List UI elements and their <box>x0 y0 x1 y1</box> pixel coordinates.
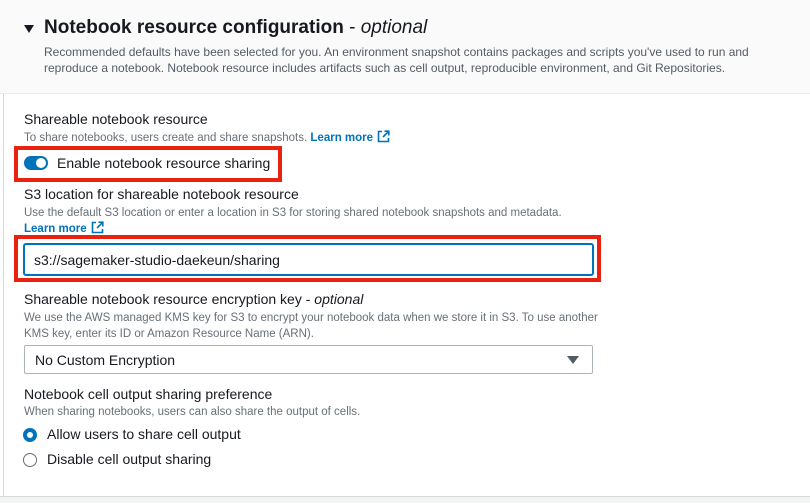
encryption-select[interactable]: No Custom Encryption <box>24 345 593 374</box>
cell-output-description: When sharing notebooks, users can also s… <box>24 406 361 418</box>
sharing-label: Shareable notebook resource <box>24 111 208 127</box>
section-header: Notebook resource configuration - option… <box>0 0 810 94</box>
s3-description-text: Use the default S3 location or enter a l… <box>24 207 562 219</box>
radio-disable-cell-output[interactable] <box>23 453 37 467</box>
sharing-description: To share notebooks, users create and sha… <box>24 130 390 146</box>
sharing-toggle-label[interactable]: Enable notebook resource sharing <box>57 155 270 171</box>
encryption-key-label: Shareable notebook resource encryption k… <box>24 291 363 307</box>
section-title-optional: optional <box>360 17 428 38</box>
s3-location-input[interactable] <box>24 244 593 275</box>
section-left-border <box>3 94 4 503</box>
s3-location-description: Use the default S3 location or enter a l… <box>24 205 584 237</box>
section-description: Recommended defaults have been selected … <box>44 45 749 75</box>
sharing-description-text: To share notebooks, users create and sha… <box>24 132 308 144</box>
external-link-icon <box>91 221 104 234</box>
external-link-icon <box>377 130 390 143</box>
s3-learn-more-link[interactable]: Learn more <box>24 221 104 235</box>
encryption-label-dash: - <box>305 291 311 307</box>
encryption-selected-value: No Custom Encryption <box>35 352 176 368</box>
sharing-learn-more-link[interactable]: Learn more <box>310 130 390 144</box>
encryption-description: We use the AWS managed KMS key for S3 to… <box>24 312 598 340</box>
sharing-toggle[interactable] <box>24 156 48 170</box>
section-title-dash: - <box>349 17 356 38</box>
cell-output-label: Notebook cell output sharing preference <box>24 386 273 402</box>
encryption-label-optional: optional <box>314 291 364 307</box>
caret-down-icon <box>567 356 579 364</box>
radio-allow-cell-output-label[interactable]: Allow users to share cell output <box>47 426 241 442</box>
toggle-knob <box>36 158 46 168</box>
s3-location-label: S3 location for shareable notebook resou… <box>24 186 299 202</box>
section-title[interactable]: Notebook resource configuration - option… <box>44 17 427 39</box>
s3-learn-more-label: Learn more <box>24 223 87 235</box>
radio-disable-cell-output-label[interactable]: Disable cell output sharing <box>47 451 211 467</box>
section-title-text: Notebook resource configuration <box>44 17 344 38</box>
section-bottom-border <box>0 496 810 503</box>
caret-down-icon[interactable] <box>24 25 34 33</box>
radio-allow-cell-output[interactable] <box>23 428 37 442</box>
sharing-learn-more-label: Learn more <box>310 132 374 144</box>
encryption-label-text: Shareable notebook resource encryption k… <box>24 291 302 307</box>
